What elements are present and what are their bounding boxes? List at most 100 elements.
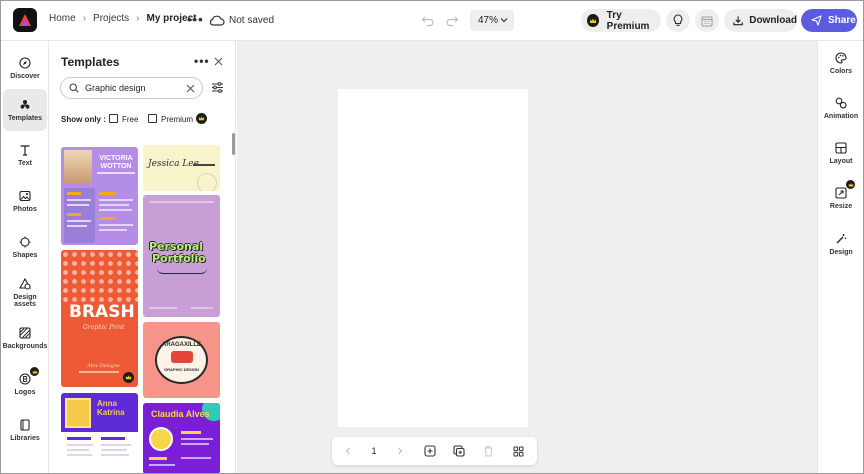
template-text: Alex Designs [87, 363, 120, 369]
try-premium-button[interactable]: Try Premium [581, 9, 661, 32]
templates-panel: Templates ••• Show only : Free Premium [49, 41, 236, 473]
template-decor [67, 449, 89, 451]
download-button[interactable]: Download [724, 9, 797, 32]
chevron-right-icon [398, 447, 403, 455]
rail-item-text[interactable]: Text [3, 134, 47, 176]
chevron-right-icon: › [136, 13, 140, 24]
template-decor [67, 213, 81, 216]
search-input[interactable] [85, 83, 181, 93]
template-decor [149, 201, 214, 203]
template-text: GRAPHIC DESIGN [164, 367, 199, 372]
rail-item-templates[interactable]: Templates [3, 89, 47, 131]
rail-item-colors[interactable]: Colors [818, 43, 863, 83]
close-icon[interactable] [214, 57, 223, 66]
template-decor [181, 443, 209, 445]
template-decor [99, 224, 133, 226]
chevron-left-icon [345, 447, 350, 455]
show-only-label: Show only : [61, 115, 106, 124]
breadcrumb-projects[interactable]: Projects [93, 13, 129, 24]
rail-label: Colors [829, 67, 853, 75]
lightbulb-icon [673, 14, 683, 26]
template-decor [181, 438, 213, 440]
app-logo-icon[interactable] [13, 8, 37, 32]
template-decor [157, 268, 207, 274]
rail-item-libraries[interactable]: Libraries [3, 409, 47, 451]
duplicate-page-button[interactable] [452, 444, 466, 458]
breadcrumb: Home › Projects › My project [49, 13, 197, 24]
previous-page-button[interactable] [341, 444, 355, 458]
template-decor [67, 220, 91, 222]
rail-item-design[interactable]: Design [818, 224, 863, 264]
redo-icon[interactable] [445, 13, 459, 27]
template-card-personal-portfolio[interactable]: Personal Portfolio [143, 195, 220, 317]
logos-icon [19, 372, 31, 385]
template-card-claudia-alves[interactable]: Claudia Alves [143, 403, 220, 473]
libraries-icon [20, 418, 30, 431]
artboard-page[interactable] [338, 89, 528, 427]
template-decor [67, 192, 81, 195]
template-decor [99, 209, 132, 211]
template-card-brash[interactable]: BRASH Graphic Print Alex Designs [61, 250, 138, 387]
rail-item-resize[interactable]: Resize [818, 178, 863, 218]
portrait-thumbnail [149, 427, 173, 451]
templates-icon [20, 99, 30, 109]
rail-item-backgrounds[interactable]: Backgrounds [3, 317, 47, 359]
rail-item-design-assets[interactable]: Design assets [3, 272, 47, 314]
save-status: Not saved [229, 15, 275, 26]
download-label: Download [749, 15, 797, 26]
rail-item-animation[interactable]: Animation [818, 88, 863, 128]
rail-item-logos[interactable]: Logos [3, 363, 47, 405]
rail-label: Layout [829, 157, 853, 165]
template-card-badge-logo[interactable]: ARAGAXILLE GRAPHIC DESIGN [143, 322, 220, 398]
page-number: 1 [371, 446, 377, 456]
template-decor [61, 250, 138, 302]
free-checkbox[interactable] [109, 114, 118, 123]
template-text-line: Katrina [97, 408, 125, 417]
more-options-icon[interactable]: ••• [187, 12, 204, 27]
rail-label: Animation [823, 112, 859, 120]
premium-label: Premium [161, 115, 194, 124]
rail-item-photos[interactable]: Photos [3, 180, 47, 222]
clear-search-icon[interactable] [186, 84, 195, 93]
template-text: ARAGAXILLE [162, 342, 201, 348]
panel-title: Templates [61, 55, 120, 69]
photo-icon [19, 190, 31, 201]
crown-icon [587, 14, 599, 27]
template-decor [67, 199, 91, 201]
template-card-anna-katrina[interactable]: Anna Katrina [61, 393, 138, 473]
template-decor [149, 307, 177, 309]
share-button[interactable]: Share [801, 9, 857, 32]
left-rail: Discover Templates Text Photos Shapes De… [1, 41, 49, 473]
rail-item-shapes[interactable]: Shapes [3, 226, 47, 268]
next-page-button[interactable] [393, 444, 407, 458]
rail-item-layout[interactable]: Layout [818, 133, 863, 173]
design-assets-icon [19, 278, 31, 290]
panel-scrollbar[interactable] [232, 133, 235, 155]
template-text: Graphic Print [83, 324, 125, 331]
rail-label: Design assets [13, 294, 37, 308]
undo-icon[interactable] [421, 13, 435, 27]
rail-label: Logos [14, 388, 36, 396]
filter-icon[interactable] [211, 81, 224, 94]
template-decor [149, 457, 167, 460]
compass-icon [19, 56, 31, 69]
delete-page-button[interactable] [481, 444, 495, 458]
template-card-resume-victoria[interactable]: VICTORIA WOTTON [61, 147, 138, 245]
lightbulb-button[interactable] [666, 9, 690, 32]
search-icon [69, 83, 79, 93]
zoom-dropdown[interactable]: 47% [470, 10, 514, 31]
shapes-icon [19, 236, 31, 247]
breadcrumb-home[interactable]: Home [49, 13, 76, 24]
template-decor [191, 307, 213, 309]
schedule-button[interactable] [695, 9, 719, 32]
premium-checkbox[interactable] [148, 114, 157, 123]
template-decor [99, 192, 115, 195]
template-card-jessica-lee[interactable]: Jessica Lee [143, 145, 220, 191]
palette-icon [835, 51, 847, 64]
grid-view-button[interactable] [511, 444, 525, 458]
crown-icon [196, 113, 207, 124]
rail-item-discover[interactable]: Discover [3, 47, 47, 89]
more-options-icon[interactable]: ••• [194, 54, 210, 68]
rail-label: Resize [829, 202, 853, 210]
add-page-button[interactable] [423, 444, 437, 458]
